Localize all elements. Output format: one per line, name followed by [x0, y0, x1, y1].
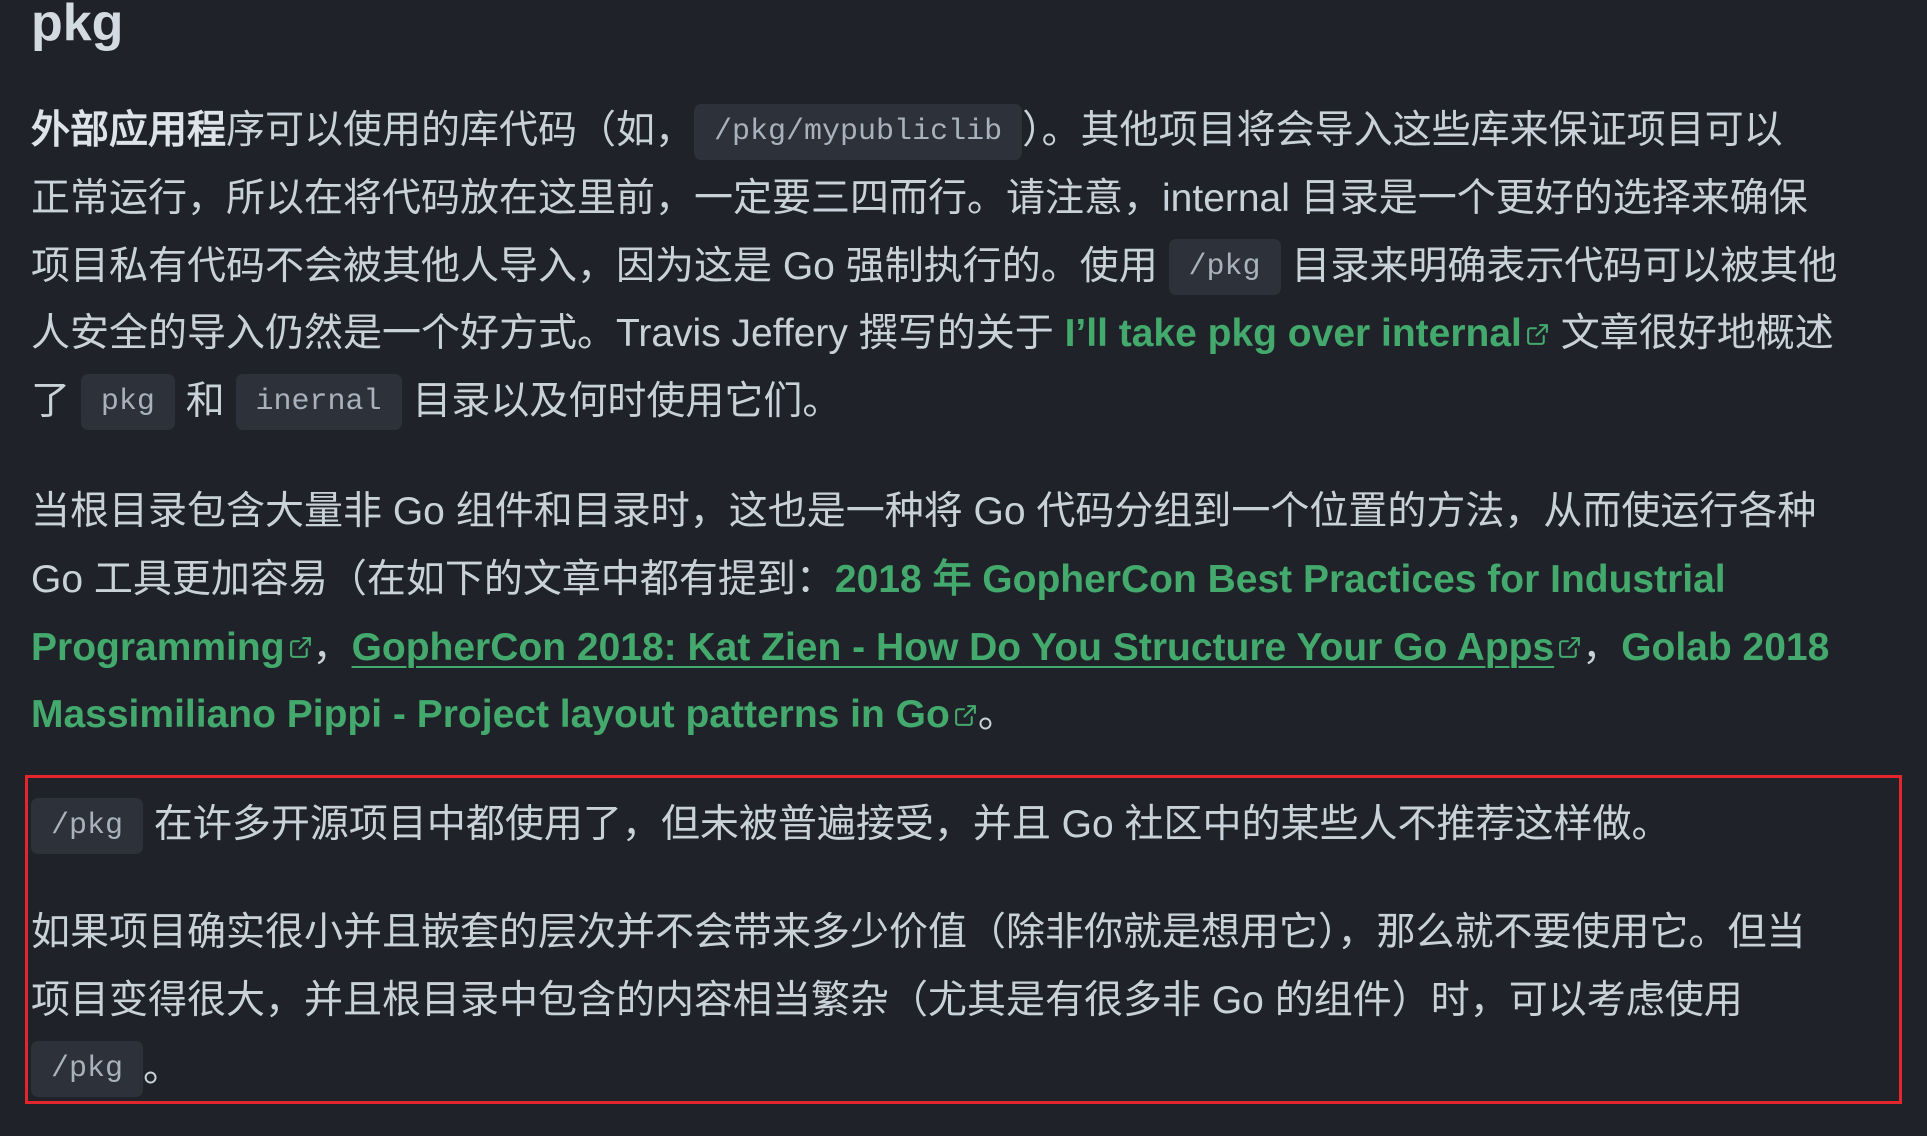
text: 正常运行，所以在将代码放在这里前，一定要三四而行。请注意，internal 目录… [31, 176, 1808, 220]
link-gophercon-best-practices-part-2[interactable]: Programming [31, 625, 313, 672]
inline-code-pkg: /pkg [31, 1040, 144, 1097]
link-kat-zien-structure-go-apps[interactable]: GopherCon 2018: Kat Zien - How Do You St… [352, 625, 1583, 672]
advice-line-3: /pkg 。 [31, 1035, 1806, 1103]
link-golab-project-layout-part-2[interactable]: Massimiliano Pippi - Project layout patt… [31, 692, 978, 739]
link-golab-project-layout-part-1[interactable]: Golab 2018 [1621, 625, 1829, 672]
text: 了 [31, 379, 81, 423]
text: 文章很好地概述 [1549, 312, 1834, 356]
text: 人安全的导入仍然是一个好方式。Travis Jeffery 撰写的关于 [31, 312, 1065, 356]
text: 如果项目确实很小并且嵌套的层次并不会带来多少价值（除非你就是想用它），那么就不要… [31, 911, 1806, 955]
link-take-pkg-over-internal[interactable]: I’ll take pkg over internal [1065, 311, 1550, 358]
text: 和 [174, 379, 236, 423]
text: 。 [143, 1046, 183, 1090]
external-link-icon [1526, 324, 1548, 345]
text: 项目变得很大，并且根目录中包含的内容相当繁杂（尤其是有很多非 Go 的组件）时，… [31, 978, 1743, 1022]
note-line-1: /pkg 在许多开源项目中都使用了，但未被普遍接受，并且 Go 社区中的某些人不… [31, 792, 1671, 860]
text: 目录来明确表示代码可以被其他 [1280, 244, 1838, 288]
link-text: Golab 2018 [1621, 625, 1830, 669]
inline-code-pkg: pkg [80, 374, 175, 431]
paragraph-pkg-description: 外部应用程 序可以使用的库代码（如， /pkg/mypubliclib ）。其他… [31, 98, 1837, 436]
link-gophercon-best-practices-part-1[interactable]: 2018 年 GopherCon Best Practices for Indu… [835, 557, 1726, 604]
link-text: I’ll take pkg over internal [1064, 312, 1522, 356]
grouping-line-4: Massimiliano Pippi - Project layout patt… [31, 682, 1829, 750]
separator-comma: ， [1582, 625, 1622, 669]
inline-code-pkg: /pkg [31, 797, 144, 854]
text: ）。其他项目将会导入这些库来保证项目可以 [1022, 109, 1783, 153]
paragraph-note: /pkg 在许多开源项目中都使用了，但未被普遍接受，并且 Go 社区中的某些人不… [31, 792, 1671, 860]
link-text: Massimiliano Pippi - Project layout patt… [31, 693, 950, 737]
separator-comma: ， [312, 625, 352, 669]
advice-line-2: 项目变得很大，并且根目录中包含的内容相当繁杂（尤其是有很多非 Go 的组件）时，… [31, 968, 1806, 1036]
text: Go 工具更加容易（在如下的文章中都有提到： [31, 557, 835, 601]
readme-section: pkg 外部应用程 序可以使用的库代码（如， /pkg/mypubliclib … [0, 0, 1927, 1136]
grouping-line-1: 当根目录包含大量非 Go 组件和目录时，这也是一种将 Go 代码分组到一个位置的… [31, 479, 1829, 547]
advice-line-1: 如果项目确实很小并且嵌套的层次并不会带来多少价值（除非你就是想用它），那么就不要… [31, 900, 1806, 968]
grouping-line-3: Programming ， GopherCon 2018: Kat Zien -… [31, 614, 1829, 682]
intro-line-3: 项目私有代码不会被其他人导入，因为这是 Go 强制执行的。使用 /pkg 目录来… [31, 233, 1837, 301]
grouping-line-2: Go 工具更加容易（在如下的文章中都有提到： 2018 年 GopherCon … [31, 547, 1829, 615]
intro-line-4: 人安全的导入仍然是一个好方式。Travis Jeffery 撰写的关于 I’ll… [31, 301, 1837, 369]
inline-code-pkg-mypubliclib: /pkg/mypubliclib [694, 103, 1023, 160]
link-text: GopherCon 2018: Kat Zien - How Do You St… [351, 625, 1555, 669]
text: 目录以及何时使用它们。 [401, 379, 842, 423]
intro-line-2: 正常运行，所以在将代码放在这里前，一定要三四而行。请注意，internal 目录… [31, 166, 1837, 234]
external-link-icon [954, 705, 976, 726]
inline-code-inernal: inernal [235, 374, 402, 431]
link-text: 2018 年 GopherCon Best Practices for Indu… [834, 557, 1726, 601]
external-link-icon [1559, 637, 1581, 659]
text: 序可以使用的库代码（如， [226, 109, 695, 153]
inline-code-pkg: /pkg [1168, 238, 1281, 295]
text: 当根目录包含大量非 Go 组件和目录时，这也是一种将 Go 代码分组到一个位置的… [31, 490, 1817, 534]
text: 项目私有代码不会被其他人导入，因为这是 Go 强制执行的。使用 [31, 244, 1169, 288]
text: 。 [977, 693, 1017, 737]
section-heading: pkg [31, 0, 124, 52]
paragraph-grouping: 当根目录包含大量非 Go 组件和目录时，这也是一种将 Go 代码分组到一个位置的… [31, 479, 1829, 749]
bold-text: 外部应用程 [31, 109, 227, 153]
text: 在许多开源项目中都使用了，但未被普遍接受，并且 Go 社区中的某些人不推荐这样做… [143, 803, 1671, 847]
external-link-icon [289, 637, 311, 659]
intro-line-1: 外部应用程 序可以使用的库代码（如， /pkg/mypubliclib ）。其他… [31, 98, 1837, 166]
paragraph-advice: 如果项目确实很小并且嵌套的层次并不会带来多少价值（除非你就是想用它），那么就不要… [31, 900, 1806, 1103]
intro-line-5: 了 pkg 和 inernal 目录以及何时使用它们。 [31, 368, 1837, 436]
link-text: Programming [31, 625, 285, 669]
